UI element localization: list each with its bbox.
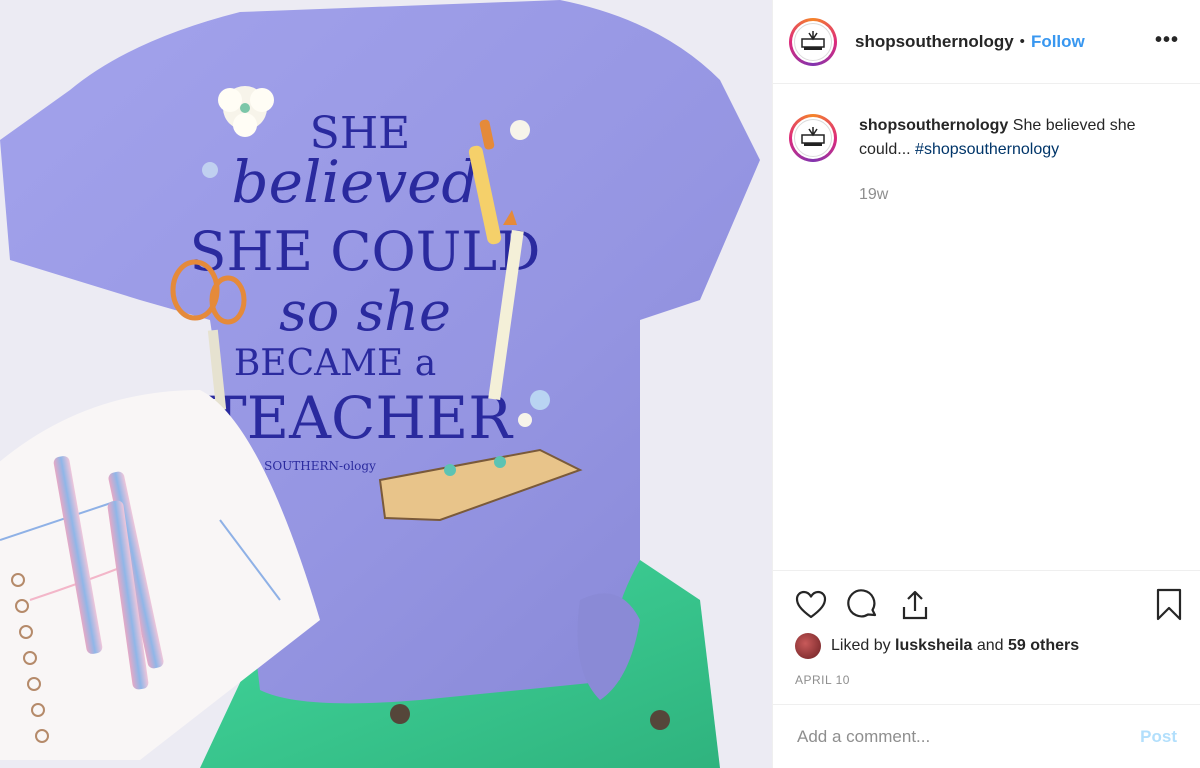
likes-summary: Liked by lusksheila and 59 others <box>795 633 1079 659</box>
share-button[interactable] <box>897 587 933 623</box>
follow-button[interactable]: Follow <box>1031 32 1085 52</box>
post-header: shopsouthernology • Follow ••• <box>773 0 1200 84</box>
separator-dot: • <box>1019 33 1025 50</box>
bookmark-icon <box>1156 588 1182 621</box>
brand-logo-icon <box>801 30 825 50</box>
caption-time[interactable]: 19w <box>859 186 888 204</box>
shirt-text-believed: believed <box>231 148 478 216</box>
header-username[interactable]: shopsouthernology <box>855 32 1014 52</box>
caption-avatar[interactable] <box>789 114 837 162</box>
liker-avatar[interactable] <box>795 633 821 659</box>
liked-by-others[interactable]: 59 others <box>1008 637 1079 655</box>
caption-username[interactable]: shopsouthernology <box>859 117 1008 134</box>
save-button[interactable] <box>1151 587 1187 623</box>
more-options-icon[interactable]: ••• <box>1155 30 1179 50</box>
caption: shopsouthernology She believed she could… <box>789 114 1189 162</box>
liked-by-prefix: Liked by <box>831 637 891 654</box>
shirt-text-became-a: BECAME a <box>234 343 436 384</box>
comment-button[interactable] <box>845 587 881 623</box>
avatar[interactable] <box>789 17 837 66</box>
shirt-text-teacher: TEACHER <box>208 384 514 452</box>
post-comment-button[interactable]: Post <box>1134 726 1183 748</box>
caption-hashtag[interactable]: #shopsouthernology <box>915 141 1059 158</box>
brand-logo-icon <box>801 127 825 146</box>
comment-icon <box>847 589 877 618</box>
shirt-text-so-she: so she <box>279 280 451 343</box>
shirt-brand: SOUTHERN-ology <box>264 459 376 473</box>
heart-icon <box>795 590 827 619</box>
like-button[interactable] <box>793 587 829 623</box>
post-date[interactable]: APRIL 10 <box>795 673 850 687</box>
post-actions: Liked by lusksheila and 59 others APRIL … <box>773 570 1200 768</box>
comment-input[interactable] <box>795 725 1129 748</box>
liked-by-and: and <box>976 637 1004 654</box>
comment-bar: Post <box>773 704 1200 768</box>
share-icon <box>902 590 928 620</box>
post-image[interactable]: SHE believed SHE COULD so she BECAME a T… <box>0 0 772 768</box>
caption-text: shopsouthernology She believed she could… <box>859 114 1179 162</box>
liked-by-user[interactable]: lusksheila <box>895 637 972 655</box>
post-photo: SHE believed SHE COULD so she BECAME a T… <box>0 0 772 768</box>
post-side-panel: shopsouthernology • Follow ••• shopsouth… <box>772 0 1200 768</box>
